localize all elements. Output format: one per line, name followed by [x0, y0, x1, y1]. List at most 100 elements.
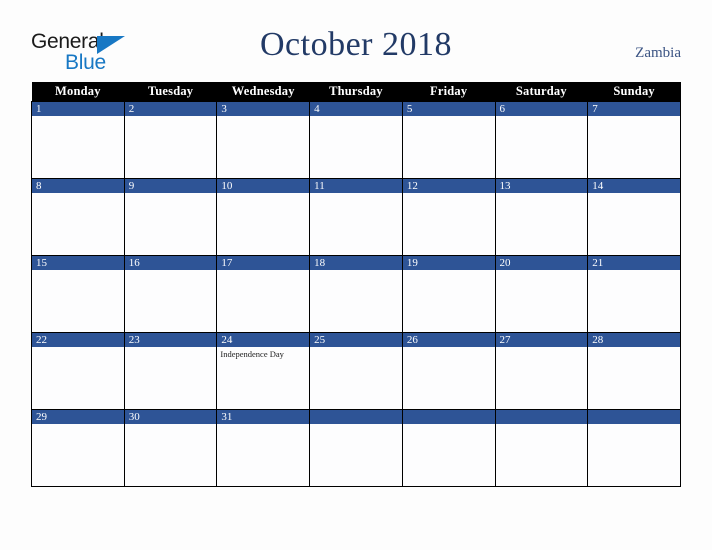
calendar-week-row: 15 16 17 18 19 20 21: [31, 254, 681, 333]
calendar-day-cell[interactable]: 19: [401, 254, 496, 333]
day-number: 3: [217, 101, 310, 116]
day-cell-body[interactable]: [588, 424, 680, 426]
day-number: 10: [217, 178, 310, 193]
day-cell-body[interactable]: [125, 193, 217, 195]
day-cell-body[interactable]: [496, 193, 588, 195]
day-number: 24: [217, 332, 310, 347]
day-number: [495, 409, 588, 424]
day-cell-body[interactable]: [403, 116, 495, 118]
day-cell-body[interactable]: [32, 116, 124, 118]
weekday-header-tuesday: Tuesday: [124, 82, 217, 101]
calendar-day-cell[interactable]: 2: [123, 100, 218, 179]
calendar-day-cell[interactable]: 11: [309, 177, 403, 256]
day-cell-body[interactable]: [403, 347, 495, 349]
day-cell-body[interactable]: [310, 116, 402, 118]
day-cell-body[interactable]: [32, 193, 124, 195]
day-number: 13: [495, 178, 588, 193]
day-number: 29: [32, 409, 124, 424]
calendar-day-cell[interactable]: 7: [587, 100, 681, 179]
calendar-day-cell[interactable]: 31: [216, 408, 311, 487]
day-cell-body[interactable]: [310, 424, 402, 426]
day-number: 30: [124, 409, 217, 424]
day-number: 20: [495, 255, 588, 270]
calendar-day-cell[interactable]: 1: [31, 100, 125, 179]
calendar-day-cell[interactable]: [309, 408, 403, 487]
day-cell-body[interactable]: [32, 347, 124, 349]
calendar-day-cell[interactable]: 27: [494, 331, 589, 410]
calendar-day-cell[interactable]: 28: [587, 331, 681, 410]
day-cell-body[interactable]: [496, 116, 588, 118]
calendar-day-cell[interactable]: 20: [494, 254, 589, 333]
calendar-day-cell[interactable]: 16: [123, 254, 218, 333]
day-cell-body[interactable]: [125, 270, 217, 272]
day-number: 5: [402, 101, 495, 116]
calendar-day-cell[interactable]: 10: [216, 177, 311, 256]
day-number: 17: [217, 255, 310, 270]
day-cell-body[interactable]: [588, 347, 680, 349]
calendar-day-cell[interactable]: 25: [309, 331, 403, 410]
day-cell-body[interactable]: [125, 424, 217, 426]
calendar-day-cell[interactable]: 30: [123, 408, 218, 487]
calendar-day-cell[interactable]: 4: [309, 100, 403, 179]
day-cell-body[interactable]: [32, 424, 124, 426]
day-cell-body[interactable]: [125, 116, 217, 118]
calendar-day-cell[interactable]: 14: [587, 177, 681, 256]
calendar-day-cell[interactable]: 9: [123, 177, 218, 256]
day-cell-body[interactable]: [125, 347, 217, 349]
calendar-day-cell[interactable]: 6: [494, 100, 589, 179]
calendar-day-cell[interactable]: 17: [216, 254, 311, 333]
calendar-day-cell[interactable]: 13: [494, 177, 589, 256]
day-number: 4: [310, 101, 402, 116]
calendar-table: Monday Tuesday Wednesday Thursday Friday…: [31, 82, 681, 487]
calendar-day-cell[interactable]: 21: [587, 254, 681, 333]
calendar-day-cell[interactable]: 3: [216, 100, 311, 179]
day-number: 31: [217, 409, 310, 424]
day-number: 6: [495, 101, 588, 116]
calendar-day-cell[interactable]: [494, 408, 589, 487]
day-cell-body[interactable]: Independence Day: [217, 347, 309, 360]
day-cell-body[interactable]: [217, 193, 309, 195]
day-cell-body[interactable]: [403, 270, 495, 272]
day-cell-body[interactable]: [217, 270, 309, 272]
day-number: [588, 409, 680, 424]
calendar-day-cell[interactable]: 23: [123, 331, 218, 410]
day-number: 21: [588, 255, 680, 270]
calendar-day-cell[interactable]: 15: [31, 254, 125, 333]
weekday-header-wednesday: Wednesday: [216, 82, 310, 101]
calendar-day-cell[interactable]: 29: [31, 408, 125, 487]
day-cell-body[interactable]: [588, 116, 680, 118]
calendar-day-cell[interactable]: 24 Independence Day: [216, 331, 311, 410]
calendar-day-cell[interactable]: [587, 408, 681, 487]
weekday-header-thursday: Thursday: [309, 82, 403, 101]
day-cell-body[interactable]: [217, 116, 309, 118]
calendar-day-cell[interactable]: 5: [401, 100, 496, 179]
day-number: 28: [588, 332, 680, 347]
day-cell-body[interactable]: [588, 193, 680, 195]
day-cell-body[interactable]: [403, 193, 495, 195]
day-cell-body[interactable]: [496, 424, 588, 426]
day-cell-body[interactable]: [310, 347, 402, 349]
calendar-day-cell[interactable]: 22: [31, 331, 125, 410]
day-number: 12: [402, 178, 495, 193]
day-cell-body[interactable]: [403, 424, 495, 426]
day-number: 14: [588, 178, 680, 193]
calendar-day-cell[interactable]: [401, 408, 496, 487]
day-number: 22: [32, 332, 124, 347]
day-cell-body[interactable]: [310, 270, 402, 272]
page-title: October 2018: [259, 26, 452, 63]
calendar-day-cell[interactable]: 18: [309, 254, 403, 333]
calendar-day-cell[interactable]: 8: [31, 177, 125, 256]
day-number: 27: [495, 332, 588, 347]
day-number: 8: [32, 178, 124, 193]
day-cell-body[interactable]: [217, 424, 309, 426]
country-label: Zambia: [635, 45, 681, 61]
day-cell-body[interactable]: [32, 270, 124, 272]
day-cell-body[interactable]: [496, 347, 588, 349]
day-number: 15: [32, 255, 124, 270]
day-cell-body[interactable]: [496, 270, 588, 272]
calendar-day-cell[interactable]: 12: [401, 177, 496, 256]
calendar-day-cell[interactable]: 26: [401, 331, 496, 410]
day-cell-body[interactable]: [310, 193, 402, 195]
day-number: [402, 409, 495, 424]
day-cell-body[interactable]: [588, 270, 680, 272]
